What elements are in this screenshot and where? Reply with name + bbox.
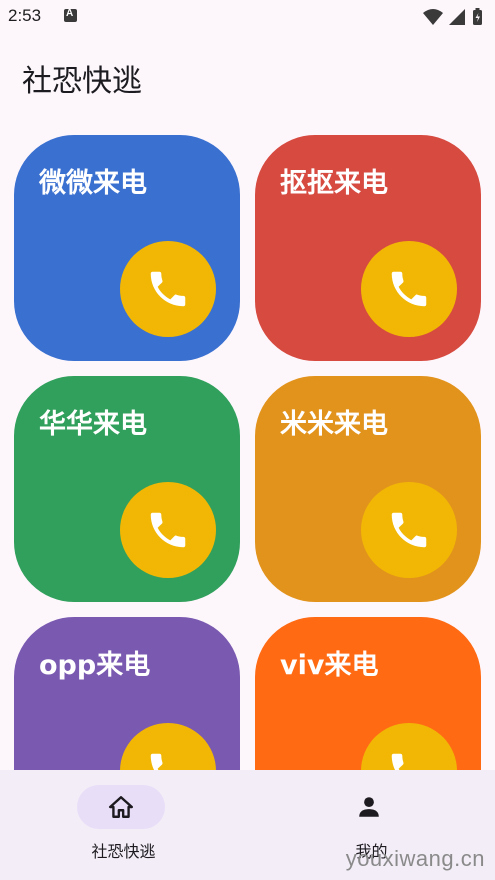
person-icon: [359, 797, 379, 817]
call-button[interactable]: [361, 241, 457, 337]
call-button[interactable]: [361, 482, 457, 578]
call-button[interactable]: [120, 723, 216, 770]
tile-label: viv来电: [280, 650, 379, 681]
tile-mimi[interactable]: 米米来电: [255, 376, 481, 602]
tile-viv[interactable]: viv来电: [255, 617, 481, 770]
nav-active-indicator: [77, 785, 165, 829]
call-button[interactable]: [120, 482, 216, 578]
phone-icon: [391, 271, 427, 307]
call-grid: 微微来电 抠抠来电 华华来电 米米来电 opp来电 viv来电: [0, 0, 495, 770]
tile-label: 微微来电: [39, 168, 147, 199]
phone-icon: [391, 753, 404, 770]
tile-label: 抠抠来电: [280, 168, 388, 199]
phone-icon: [150, 512, 186, 548]
phone-icon: [150, 271, 186, 307]
tile-label: 米米来电: [280, 409, 388, 440]
call-button[interactable]: [120, 241, 216, 337]
phone-icon: [150, 753, 163, 770]
watermark: youxiwang.cn: [345, 846, 485, 871]
home-icon: [108, 796, 134, 818]
tile-label: 华华来电: [39, 409, 147, 440]
phone-icon: [391, 512, 427, 548]
tile-koukou[interactable]: 抠抠来电: [255, 135, 481, 361]
nav-item-home[interactable]: 社恐快逃: [0, 770, 247, 880]
tile-label: opp来电: [39, 650, 151, 681]
nav-label: 社恐快逃: [91, 842, 156, 861]
tile-huahua[interactable]: 华华来电: [14, 376, 240, 602]
tile-opp[interactable]: opp来电: [14, 617, 240, 770]
call-button[interactable]: [361, 723, 457, 770]
tile-weiwei[interactable]: 微微来电: [14, 135, 240, 361]
